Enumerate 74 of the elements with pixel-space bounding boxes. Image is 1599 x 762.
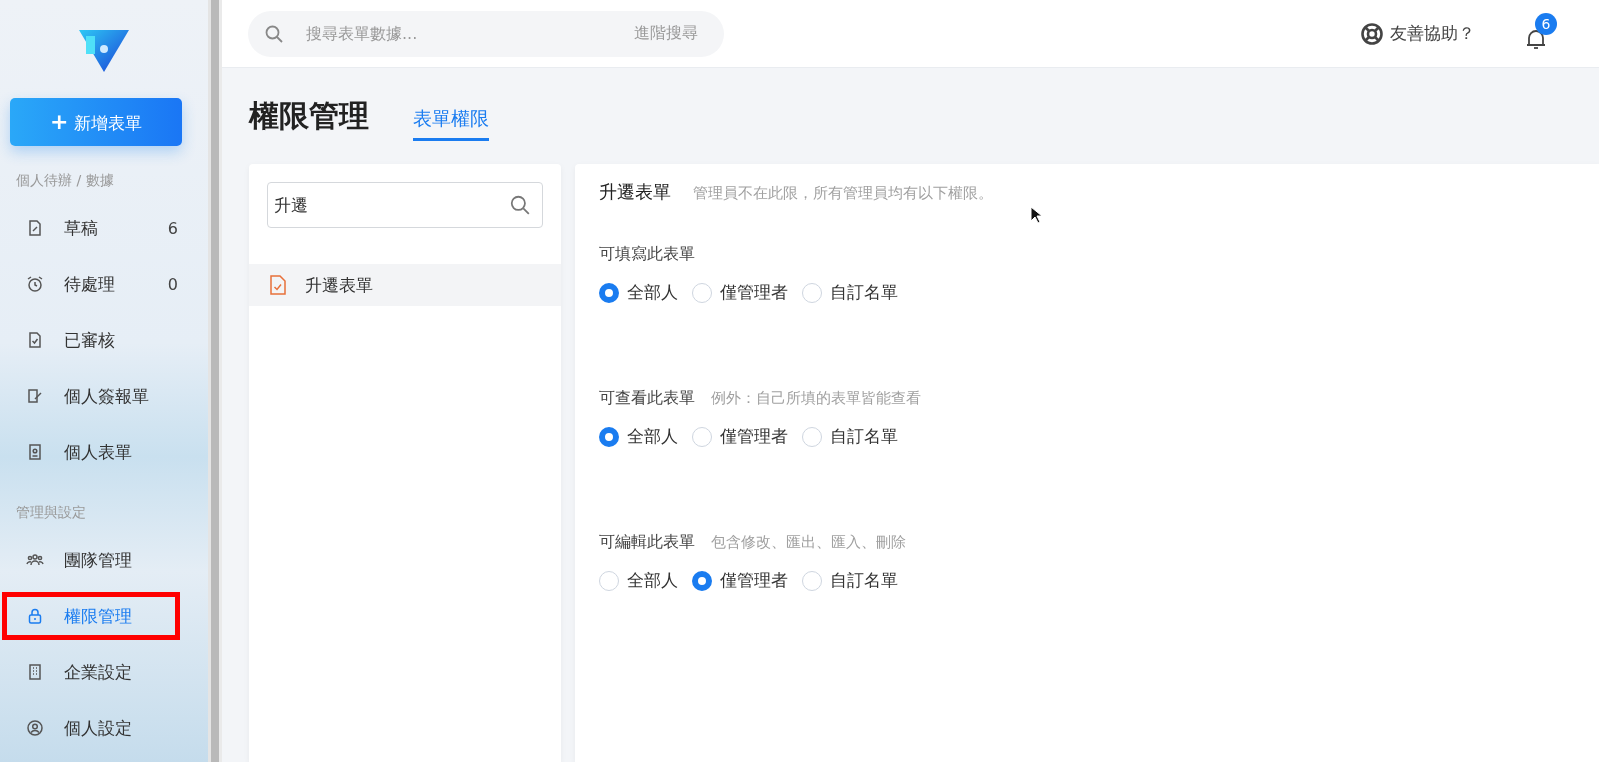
search-icon — [509, 194, 531, 216]
sidebar-item-label: 草稿 — [64, 216, 99, 240]
help-link[interactable]: 友善協助？ — [1360, 21, 1475, 46]
sidebar-item[interactable]: 個人表單 — [0, 424, 208, 480]
item-count: 6 — [167, 218, 178, 238]
permission-label: 可查看此表單 — [599, 388, 695, 409]
check-doc-icon — [26, 331, 44, 349]
radio-label: 自訂名單 — [830, 281, 898, 304]
section-heading: 個人待辦 / 數據 — [15, 171, 115, 190]
form-title: 升遷表單 — [599, 180, 671, 204]
permission-hint: 例外：自己所填的表單皆能查看 — [711, 389, 921, 408]
form-list-item[interactable]: 升遷表單 — [249, 264, 561, 306]
radio-option[interactable]: 全部人 — [599, 425, 678, 448]
sidebar-item[interactable]: 草稿 6 — [0, 200, 208, 256]
notifications-button[interactable]: 6 — [1525, 12, 1559, 55]
radio-option[interactable]: 僅管理者 — [692, 425, 788, 448]
radio-label: 全部人 — [627, 281, 678, 304]
permission-label: 可編輯此表單 — [599, 532, 695, 553]
page-title: 權限管理 — [249, 96, 369, 135]
sidebar-item-label: 個人簽報單 — [64, 384, 150, 408]
radio-label: 自訂名單 — [830, 569, 898, 592]
radio-button[interactable] — [692, 570, 712, 591]
item-count: 0 — [167, 274, 178, 294]
form-search-field[interactable]: 升遷 — [267, 182, 543, 228]
notification-badge: 6 — [1535, 12, 1557, 35]
radio-option[interactable]: 全部人 — [599, 281, 678, 304]
sidebar-item-label: 個人設定 — [64, 716, 133, 740]
radio-label: 僅管理者 — [720, 281, 788, 304]
form-name: 升遷表單 — [305, 273, 373, 297]
sidebar-item[interactable]: 企業設定 — [0, 644, 208, 700]
sidebar-item-label: 已審核 — [64, 328, 116, 352]
radio-option[interactable]: 自訂名單 — [802, 569, 898, 592]
lock-icon — [26, 607, 44, 625]
radio-label: 全部人 — [627, 425, 678, 448]
radio-option[interactable]: 全部人 — [599, 569, 678, 592]
radio-label: 僅管理者 — [720, 569, 788, 592]
radio-button[interactable] — [599, 426, 619, 447]
radio-option[interactable]: 自訂名單 — [802, 425, 898, 448]
radio-label: 自訂名單 — [830, 425, 898, 448]
cursor-icon — [1030, 206, 1042, 224]
help-label: 友善協助？ — [1390, 22, 1475, 45]
lifebuoy-icon — [1360, 21, 1384, 46]
radio-option[interactable]: 僅管理者 — [692, 281, 788, 304]
draft-icon — [26, 219, 44, 237]
tab[interactable]: 表單權限 — [413, 99, 489, 141]
permission-label: 可填寫此表單 — [599, 244, 695, 265]
sidebar-item-label: 企業設定 — [64, 660, 133, 684]
sidebar-item[interactable]: 團隊管理 — [0, 532, 208, 588]
logo-icon — [79, 30, 129, 72]
new-form-button[interactable]: + 新增表單 — [10, 98, 182, 146]
radio-label: 僅管理者 — [720, 425, 788, 448]
alarm-icon — [26, 275, 44, 293]
radio-button[interactable] — [599, 282, 619, 303]
sidebar-item-label: 團隊管理 — [64, 548, 133, 572]
building-icon — [26, 663, 44, 681]
sidebar-item-label: 權限管理 — [64, 604, 133, 628]
sidebar-item[interactable]: 個人設定 — [0, 700, 208, 756]
sidebar-item-label: 待處理 — [64, 272, 116, 296]
sign-icon — [26, 387, 44, 405]
sidebar-item[interactable]: 待處理 0 — [0, 256, 208, 312]
user-icon — [26, 719, 44, 737]
section-heading: 管理與設定 — [15, 503, 87, 522]
person-doc-icon — [26, 443, 44, 461]
search-icon — [264, 23, 284, 44]
radio-option[interactable]: 自訂名單 — [802, 281, 898, 304]
radio-option[interactable]: 僅管理者 — [692, 569, 788, 592]
sidebar-item-label: 個人表單 — [64, 440, 133, 464]
sidebar-item[interactable]: 個人簽報單 — [0, 368, 208, 424]
admin-note: 管理員不在此限，所有管理員均有以下權限。 — [693, 184, 993, 203]
splitter-bar[interactable] — [208, 0, 222, 762]
radio-label: 全部人 — [627, 569, 678, 592]
permission-hint: 包含修改、匯出、匯入、刪除 — [711, 533, 906, 552]
sidebar-item[interactable]: 已審核 — [0, 312, 208, 368]
checked-document-icon — [269, 275, 287, 295]
